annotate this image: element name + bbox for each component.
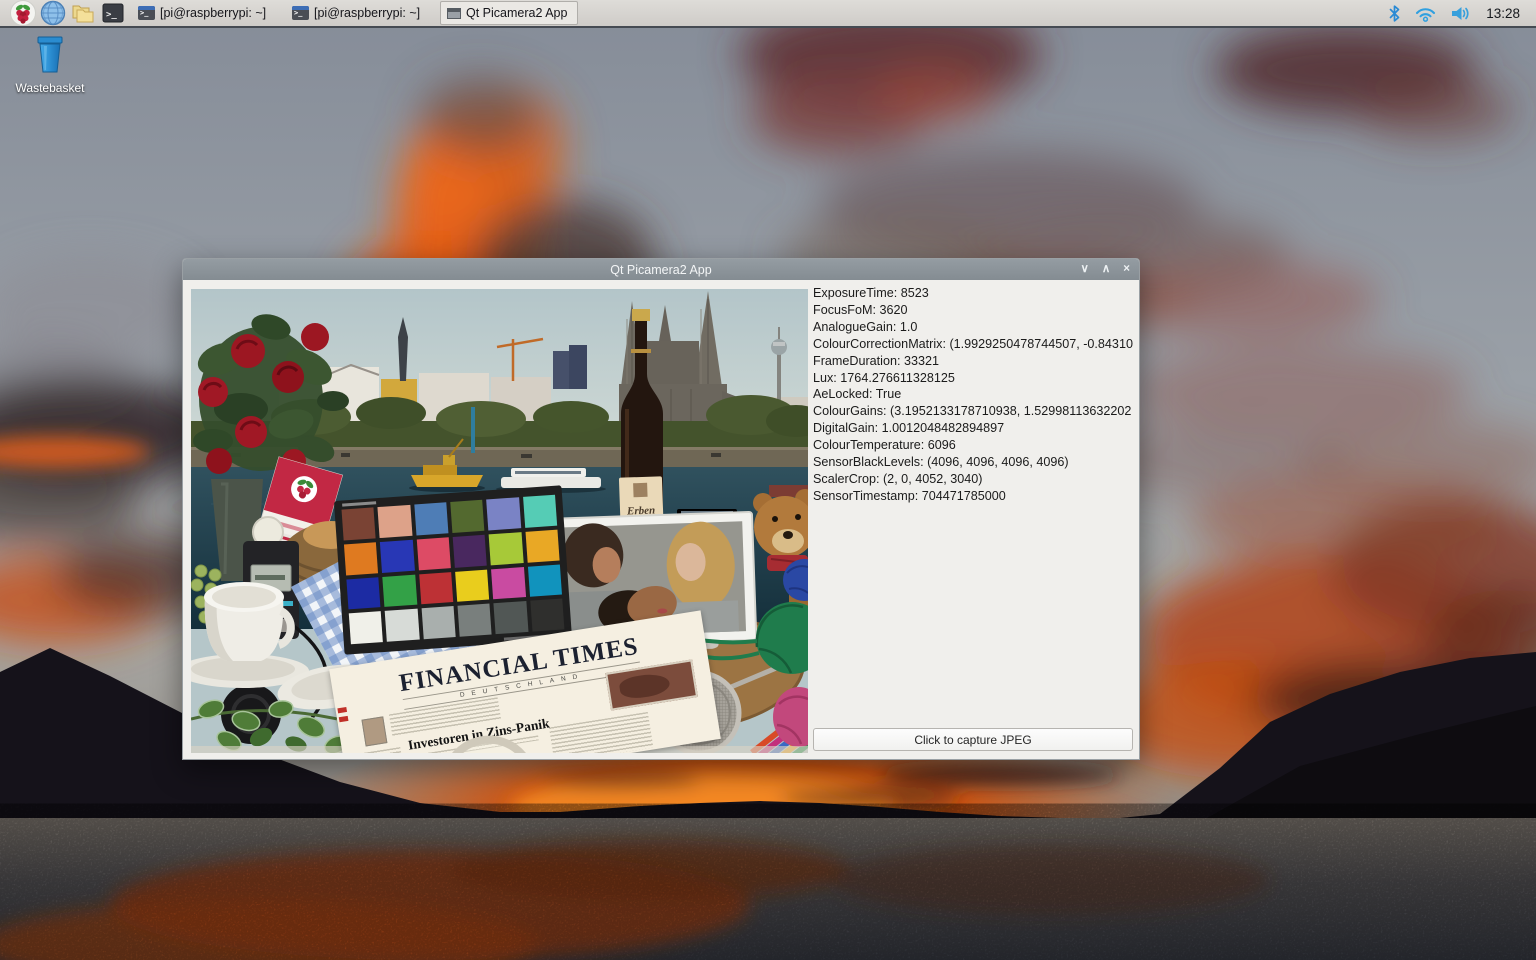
capture-jpeg-button[interactable]: Click to capture JPEG	[813, 728, 1133, 751]
colorchecker-patch	[346, 577, 380, 610]
blue-mast	[471, 407, 475, 453]
wifi-icon[interactable]	[1415, 5, 1436, 22]
colorchecker-patch	[455, 569, 489, 602]
minimize-button[interactable]: ∨	[1080, 264, 1088, 276]
web-browser-globe-icon[interactable]	[38, 0, 68, 27]
metadata-line: ExposureTime: 8523	[813, 285, 1135, 302]
taskbar: >_ [pi@raspberrypi: ~] [pi@raspberrypi: …	[0, 0, 1536, 28]
file-manager-folders-icon[interactable]	[68, 0, 98, 27]
metadata-line: ColourTemperature: 6096	[813, 437, 1135, 454]
trash-bin-icon	[34, 36, 66, 74]
taskbar-window-label: Qt Picamera2 App	[466, 6, 567, 20]
bluetooth-icon[interactable]	[1388, 5, 1401, 22]
colorchecker-patch	[491, 567, 525, 600]
picamera2-window: Qt Picamera2 App ∨ ∧ ×	[182, 258, 1140, 760]
metadata-panel: ExposureTime: 8523 FocusFoM: 3620 Analog…	[813, 285, 1135, 715]
maximize-button[interactable]: ∧	[1102, 264, 1110, 276]
desktop: >_ [pi@raspberrypi: ~] [pi@raspberrypi: …	[0, 0, 1536, 960]
metadata-line: FrameDuration: 33321	[813, 353, 1135, 370]
camera-preview: Erben	[191, 289, 808, 753]
svg-text:>_: >_	[106, 10, 117, 20]
colorchecker-patch	[416, 537, 450, 570]
newspaper-portrait	[361, 716, 387, 746]
taskbar-window-label: [pi@raspberrypi: ~]	[314, 6, 420, 20]
metadata-line: SensorBlackLevels: (4096, 4096, 4096, 40…	[813, 454, 1135, 471]
metadata-line: Lux: 1764.276611328125	[813, 370, 1135, 387]
colorchecker-patch	[458, 604, 492, 637]
window-title: Qt Picamera2 App	[610, 263, 711, 277]
volume-icon[interactable]	[1450, 5, 1472, 22]
window-icon	[447, 8, 461, 19]
taskbar-window-terminal-2[interactable]: [pi@raspberrypi: ~]	[286, 1, 436, 25]
metadata-line: AeLocked: True	[813, 386, 1135, 403]
metadata-line: SensorTimestamp: 704471785000	[813, 488, 1135, 505]
window-titlebar[interactable]: Qt Picamera2 App ∨ ∧ ×	[183, 259, 1139, 280]
colorchecker-patch	[486, 497, 520, 530]
metadata-line: ScalerCrop: (2, 0, 4052, 3040)	[813, 471, 1135, 488]
colorchecker-patch	[383, 574, 417, 607]
wastebasket-label: Wastebasket	[12, 81, 88, 95]
colorchecker-patch	[344, 542, 378, 575]
taskbar-window-picamera2[interactable]: Qt Picamera2 App	[440, 1, 578, 25]
colorchecker-patch	[523, 495, 557, 528]
colorchecker-patch	[349, 611, 383, 644]
colorchecker-patch	[414, 502, 448, 535]
colorchecker-patch	[525, 529, 559, 562]
wastebasket-icon[interactable]: Wastebasket	[12, 36, 88, 95]
terminal-icon	[292, 6, 309, 20]
system-tray: 13:28	[1388, 5, 1528, 22]
close-button[interactable]: ×	[1123, 264, 1130, 276]
taskbar-window-label: [pi@raspberrypi: ~]	[160, 6, 266, 20]
colorchecker-patch	[453, 534, 487, 567]
metadata-line: ColourGains: (3.1952133178710938, 1.5299…	[813, 403, 1135, 420]
colorchecker-patch	[528, 564, 562, 597]
colorchecker-patch	[530, 599, 564, 632]
colorchecker-patch	[380, 540, 414, 573]
metadata-line: FocusFoM: 3620	[813, 302, 1135, 319]
terminal-icon	[138, 6, 155, 20]
colorchecker-patch	[421, 606, 455, 639]
taskbar-window-terminal-1[interactable]: [pi@raspberrypi: ~]	[132, 1, 282, 25]
colorchecker-patch	[489, 532, 523, 565]
raspberry-menu-icon[interactable]	[8, 0, 38, 27]
terminal-icon[interactable]: >_	[98, 0, 128, 27]
metadata-line: AnalogueGain: 1.0	[813, 319, 1135, 336]
metadata-line: ColourCorrectionMatrix: (1.9929250478744…	[813, 336, 1135, 353]
color-checker-chart	[334, 485, 572, 655]
colorchecker-patch	[419, 572, 453, 605]
colorchecker-patch	[342, 507, 376, 540]
colorchecker-patch	[494, 601, 528, 634]
colorchecker-patch	[385, 609, 419, 642]
metadata-line: DigitalGain: 1.0012048482894897	[813, 420, 1135, 437]
clock[interactable]: 13:28	[1486, 6, 1520, 21]
colorchecker-patch	[450, 500, 484, 533]
colorchecker-patch	[378, 505, 412, 538]
